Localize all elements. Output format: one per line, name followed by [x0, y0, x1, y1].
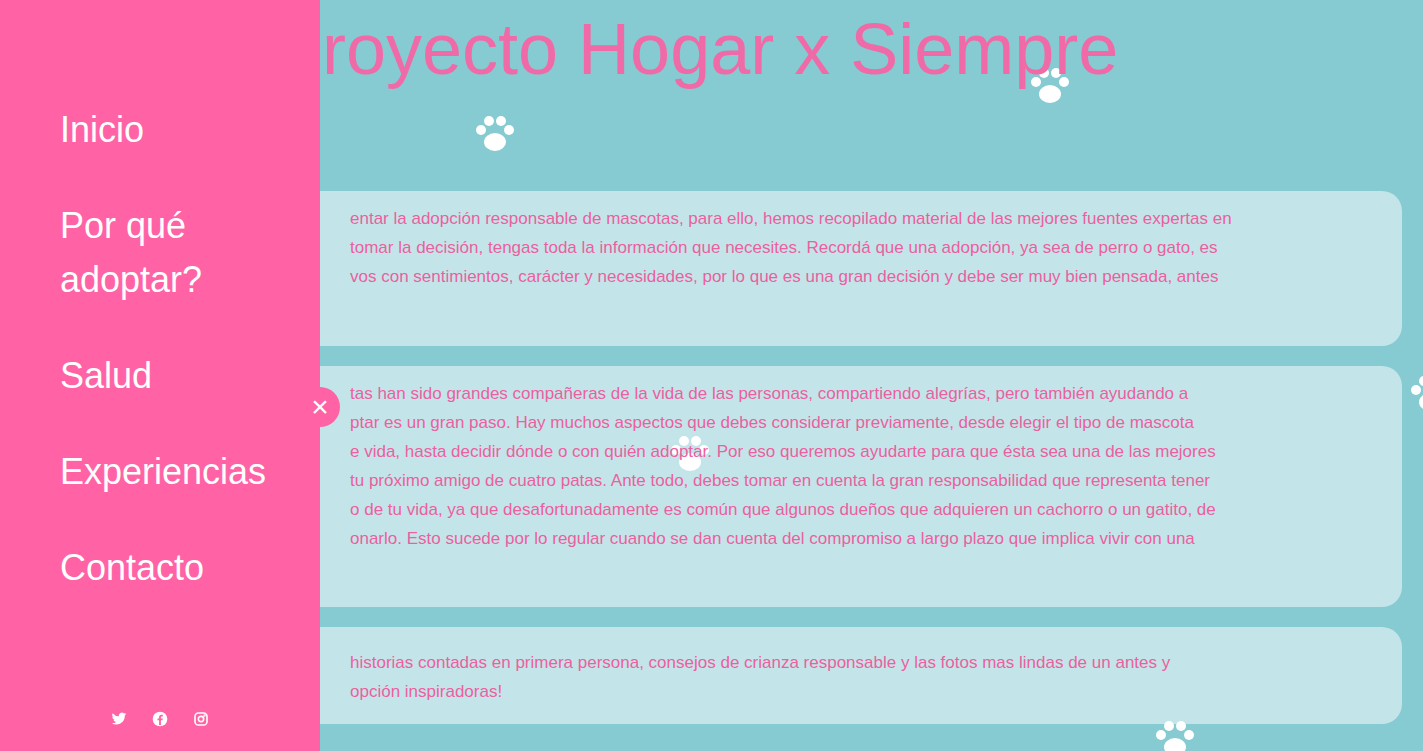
header: royecto Hogar x Siempre	[320, 0, 1423, 191]
instagram-icon[interactable]	[193, 711, 209, 727]
sidebar-nav: Inicio Por qué adoptar? Salud Experiencias C…	[0, 0, 320, 595]
site-title: royecto Hogar x Siempre	[322, 10, 1423, 89]
sidebar-item[interactable]: Experiencias	[60, 445, 300, 499]
card-text-line: tomar la decisión, tengas toda la inform…	[350, 233, 1392, 262]
card-text-line: o de tu vida, ya que desafortunadamente …	[350, 495, 1392, 524]
card-text-line: entar la adopción responsable de mascota…	[350, 204, 1392, 233]
sidebar-item[interactable]: Inicio	[60, 103, 300, 157]
sidebar-item[interactable]: Contacto	[60, 541, 300, 595]
card-list: entar la adopción responsable de mascota…	[320, 191, 1402, 724]
card-text-line: opción inspiradoras!	[350, 677, 1392, 706]
card-text-line: tu próximo amigo de cuatro patas. Ante t…	[350, 466, 1392, 495]
card-text-line: historias contadas en primera persona, c…	[350, 648, 1392, 677]
social-links	[0, 711, 320, 727]
card-text-line: e vida, hasta decidir dónde o con quién …	[350, 437, 1392, 466]
card-text-line: vos con sentimientos, carácter y necesid…	[350, 262, 1392, 291]
card-text-line: tas han sido grandes compañeras de la vi…	[350, 379, 1392, 408]
close-sidebar-button[interactable]: ×	[300, 387, 340, 427]
facebook-icon[interactable]	[152, 711, 168, 727]
sidebar-item[interactable]: Salud	[60, 349, 300, 403]
paw-icon	[470, 110, 520, 160]
card-text-line: ptar es un gran paso. Hay muchos aspecto…	[350, 408, 1392, 437]
content-card: tas han sido grandes compañeras de la vi…	[320, 366, 1402, 607]
content-card: historias contadas en primera persona, c…	[320, 627, 1402, 724]
sidebar-item[interactable]: Por qué adoptar?	[60, 199, 300, 307]
sidebar: Inicio Por qué adoptar? Salud Experiencias C…	[0, 0, 320, 751]
paw-icon	[1405, 370, 1423, 420]
twitter-icon[interactable]	[111, 711, 127, 727]
card-text-line: onarlo. Esto sucede por lo regular cuand…	[350, 524, 1392, 553]
content-card: entar la adopción responsable de mascota…	[320, 191, 1402, 346]
